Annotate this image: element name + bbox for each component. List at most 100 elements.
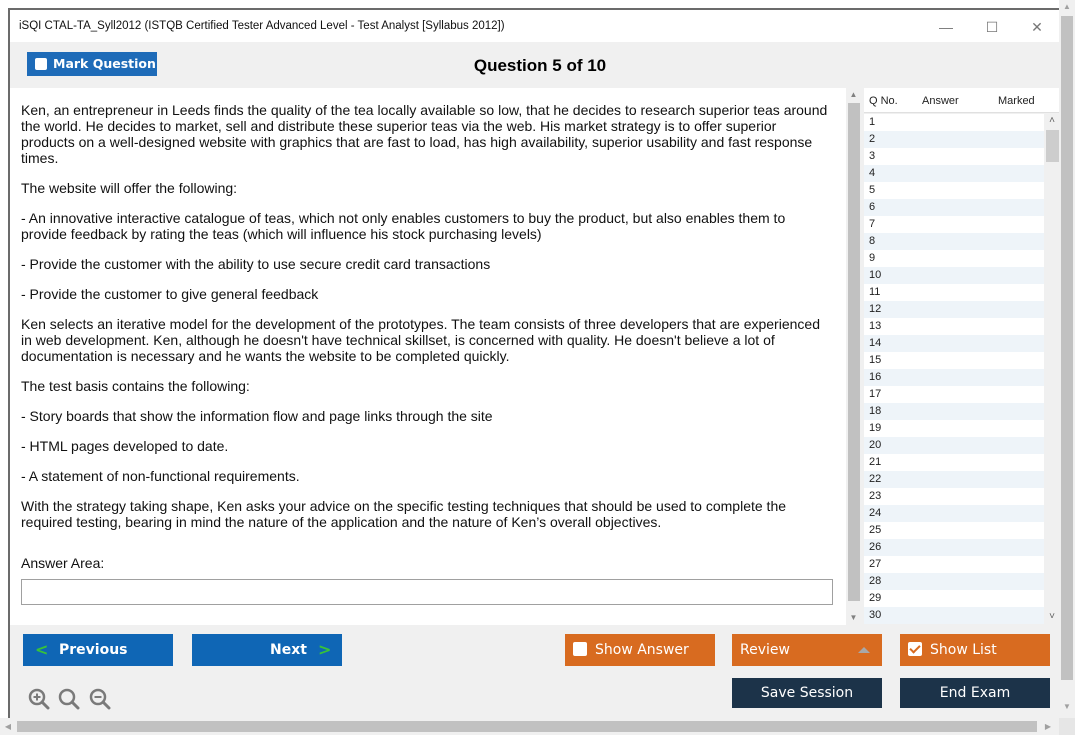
end-exam-button[interactable]: End Exam [900, 678, 1050, 708]
show-answer-label: Show Answer [595, 642, 689, 658]
scroll-left-arrow-icon[interactable]: ◀ [0, 718, 16, 735]
question-list-row[interactable]: 29 [864, 590, 1044, 607]
scrollbar-thumb[interactable] [848, 103, 860, 601]
question-list-scrollbar[interactable]: ˄ ˅ [1044, 114, 1060, 624]
next-button[interactable]: Next > [192, 634, 342, 666]
close-button[interactable]: ✕ [1017, 14, 1057, 40]
zoom-controls [28, 688, 115, 710]
chevron-up-icon[interactable]: ˄ [1044, 114, 1060, 128]
scroll-right-arrow-icon[interactable]: ▶ [1040, 718, 1056, 735]
question-number: 15 [869, 354, 882, 366]
question-paragraph: - An innovative interactive catalogue of… [21, 210, 786, 242]
question-number: 12 [869, 303, 882, 315]
question-number: 6 [869, 201, 876, 213]
question-list-row[interactable]: 21 [864, 454, 1044, 471]
question-list-row[interactable]: 2 [864, 131, 1044, 148]
question-list-row[interactable]: 15 [864, 352, 1044, 369]
question-list-row[interactable]: 3 [864, 148, 1044, 165]
question-number: 29 [869, 592, 882, 604]
question-number: 26 [869, 541, 882, 553]
question-list-row[interactable]: 7 [864, 216, 1044, 233]
question-number: 2 [869, 133, 876, 145]
scrollbar-thumb[interactable] [1046, 130, 1059, 162]
question-number: 4 [869, 167, 876, 179]
question-list-row[interactable]: 19 [864, 420, 1044, 437]
question-number: 19 [869, 422, 882, 434]
scroll-up-arrow-icon[interactable]: ▲ [846, 88, 861, 102]
question-paragraph: - HTML pages developed to date. [21, 438, 229, 454]
column-header-answer[interactable]: Answer [922, 95, 959, 107]
scroll-down-arrow-icon[interactable]: ▼ [846, 611, 861, 625]
question-list-row[interactable]: 26 [864, 539, 1044, 556]
mark-question-button[interactable]: Mark Question [27, 52, 157, 76]
scrollbar-thumb[interactable] [17, 721, 1037, 732]
zoom-in-icon[interactable] [28, 688, 50, 710]
question-scrollbar[interactable]: ▲ ▼ [846, 88, 861, 625]
minimize-button[interactable]: — [926, 14, 966, 40]
question-list-row[interactable]: 13 [864, 318, 1044, 335]
scrollbar-thumb[interactable] [1061, 16, 1073, 680]
question-list-row[interactable]: 11 [864, 284, 1044, 301]
previous-button[interactable]: < Previous [23, 634, 173, 666]
question-list-row[interactable]: 6 [864, 199, 1044, 216]
chevron-down-icon[interactable]: ˅ [1044, 610, 1060, 624]
show-list-label: Show List [930, 642, 997, 658]
question-list-row[interactable]: 20 [864, 437, 1044, 454]
question-list-row[interactable]: 17 [864, 386, 1044, 403]
question-list-row[interactable]: 30 [864, 607, 1044, 624]
question-number: 28 [869, 575, 882, 587]
column-header-marked[interactable]: Marked [998, 95, 1035, 107]
question-list-row[interactable]: 12 [864, 301, 1044, 318]
question-number: 9 [869, 252, 876, 264]
question-number: 14 [869, 337, 882, 349]
mark-question-label: Mark Question [53, 56, 156, 71]
question-list-row[interactable]: 8 [864, 233, 1044, 250]
question-list-row[interactable]: 1 [864, 114, 1044, 131]
page-vertical-scrollbar[interactable]: ▲ ▼ [1059, 0, 1075, 718]
question-number: 27 [869, 558, 882, 570]
question-number: 21 [869, 456, 882, 468]
scroll-down-arrow-icon[interactable]: ▼ [1059, 700, 1075, 714]
question-list-row[interactable]: 25 [864, 522, 1044, 539]
question-list-row[interactable]: 22 [864, 471, 1044, 488]
question-list-body: 1 2 3 4 5 6 7 8 9 10 11 12 13 14 15 16 17 18 19 20 21 22 23 24 2… [864, 114, 1044, 624]
question-number: 23 [869, 490, 882, 502]
show-list-button[interactable]: Show List [900, 634, 1050, 666]
question-paragraph: - Provide the customer with the ability … [21, 256, 491, 272]
question-list-row[interactable]: 24 [864, 505, 1044, 522]
show-answer-checkbox[interactable] [573, 642, 587, 656]
question-list-row[interactable]: 10 [864, 267, 1044, 284]
question-list-row[interactable]: 14 [864, 335, 1044, 352]
question-list-row[interactable]: 18 [864, 403, 1044, 420]
maximize-button[interactable]: ☐ [972, 14, 1012, 40]
question-number: 5 [869, 184, 876, 196]
question-list-row[interactable]: 4 [864, 165, 1044, 182]
show-answer-button[interactable]: Show Answer [565, 634, 715, 666]
column-header-qno[interactable]: Q No. [869, 95, 898, 107]
next-label: Next [270, 642, 307, 658]
show-list-checkbox[interactable] [908, 642, 922, 656]
question-number: 22 [869, 473, 882, 485]
zoom-out-icon[interactable] [89, 688, 111, 710]
question-number: 18 [869, 405, 882, 417]
question-list: Q No. Answer Marked 1 2 3 4 5 6 7 8 9 10 11 12 13 14 1… [864, 88, 1060, 625]
answer-input[interactable] [21, 579, 833, 605]
question-list-row[interactable]: 23 [864, 488, 1044, 505]
question-paragraph: - Story boards that show the information… [21, 408, 493, 424]
question-list-row[interactable]: 9 [864, 250, 1044, 267]
question-list-row[interactable]: 16 [864, 369, 1044, 386]
question-number: 7 [869, 218, 876, 230]
question-text: Ken, an entrepreneur in Leeds finds the … [21, 102, 831, 544]
window-title: iSQI CTAL-TA_Syll2012 (ISTQB Certified T… [19, 20, 505, 32]
question-number: 3 [869, 150, 876, 162]
scroll-up-arrow-icon[interactable]: ▲ [1059, 0, 1075, 14]
mark-question-checkbox[interactable] [35, 58, 47, 70]
page-horizontal-scrollbar[interactable]: ◀ ▶ [0, 718, 1059, 735]
question-list-row[interactable]: 28 [864, 573, 1044, 590]
zoom-reset-icon[interactable] [58, 688, 80, 710]
question-panel: Ken, an entrepreneur in Leeds finds the … [10, 88, 846, 625]
question-list-row[interactable]: 5 [864, 182, 1044, 199]
question-list-row[interactable]: 27 [864, 556, 1044, 573]
save-session-button[interactable]: Save Session [732, 678, 882, 708]
review-dropdown[interactable]: Review [732, 634, 882, 666]
